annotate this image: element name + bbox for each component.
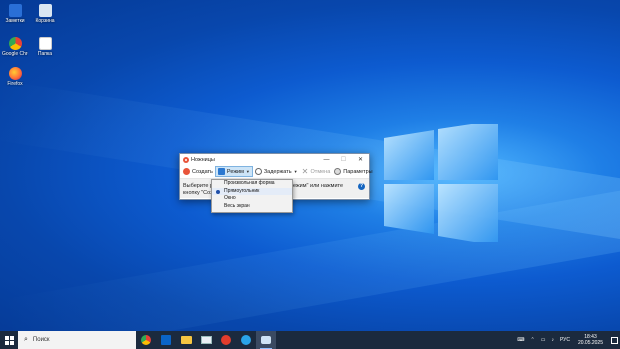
chevron-up-icon[interactable]: ⌃ xyxy=(531,337,535,343)
desktop-icon[interactable]: Корзина xyxy=(32,4,58,24)
minimize-button[interactable]: — xyxy=(318,157,335,163)
clock-icon xyxy=(254,168,262,175)
menu-item-window[interactable]: Окно xyxy=(212,195,292,203)
file-icon xyxy=(38,37,52,50)
desktop-icon-label: Google Chrome xyxy=(2,51,28,57)
language-indicator[interactable]: РУС xyxy=(560,337,570,343)
cancel-button[interactable]: ✕ Отмена xyxy=(300,166,333,177)
taskbar-app-yandex[interactable] xyxy=(216,331,236,349)
menu-item-full-screen[interactable]: Весь экран xyxy=(212,203,292,211)
title-bar[interactable]: Ножницы — ☐ ✕ xyxy=(180,154,369,165)
taskbar-app-snipping-tool[interactable] xyxy=(256,331,276,349)
cancel-label: Отмена xyxy=(310,168,331,175)
mode-dropdown-menu: Произвольная форма Прямоугольник Окно Ве… xyxy=(211,179,293,213)
folder-icon xyxy=(180,336,192,344)
chevron-down-icon: ▼ xyxy=(245,169,250,174)
taskbar-app-file-explorer[interactable] xyxy=(176,331,196,349)
search-placeholder: Поиск xyxy=(32,337,50,343)
scissors-icon xyxy=(261,336,271,344)
taskbar: ⌕ Поиск ⌨ ⌃ ▭ ♪ РУС 18:43 20.05.2025 xyxy=(0,331,620,349)
desktop-icon-label: Заметки xyxy=(5,18,25,24)
messenger-icon xyxy=(241,335,251,345)
keyboard-icon[interactable]: ⌨ xyxy=(517,337,524,343)
gear-icon xyxy=(334,168,342,175)
firefox-icon xyxy=(8,67,22,80)
clock[interactable]: 18:43 20.05.2025 xyxy=(578,334,603,346)
desktop-icon[interactable]: Папка xyxy=(32,37,58,57)
outlook-icon xyxy=(161,335,171,345)
system-tray: ⌨ ⌃ ▭ ♪ РУС 18:43 20.05.2025 xyxy=(514,331,620,349)
delay-button[interactable]: Задержать ▼ xyxy=(253,166,300,177)
mail-icon xyxy=(200,336,212,344)
desktop-icon[interactable]: Google Chrome xyxy=(2,37,28,57)
taskbar-app-chrome[interactable] xyxy=(136,331,156,349)
taskbar-app-outlook[interactable] xyxy=(156,331,176,349)
desktop-icon-label: Корзина xyxy=(35,18,55,24)
taskbar-app-mail[interactable] xyxy=(196,331,216,349)
desktop-icon-label: Firefox xyxy=(7,81,23,87)
rectangle-mode-icon xyxy=(217,168,225,175)
radio-selected-icon xyxy=(216,189,220,194)
chevron-down-icon: ▼ xyxy=(293,169,298,174)
options-label: Параметры xyxy=(343,168,373,175)
windows-start-icon xyxy=(4,335,14,345)
menu-item-label: Прямоугольник xyxy=(224,187,260,194)
windows-logo xyxy=(384,124,498,242)
window-title: Ножницы xyxy=(191,156,215,163)
maximize-button[interactable]: ☐ xyxy=(335,156,352,163)
options-button[interactable]: Параметры xyxy=(332,166,374,177)
taskbar-app-messenger[interactable] xyxy=(236,331,256,349)
menu-item-label: Окно xyxy=(224,195,236,201)
yandex-icon xyxy=(221,335,231,345)
menu-item-label: Весь экран xyxy=(224,202,250,209)
chrome-icon xyxy=(141,335,151,345)
desktop-icon[interactable]: Заметки xyxy=(2,4,28,24)
notification-icon xyxy=(610,336,618,344)
scissors-icon xyxy=(183,168,190,175)
scissors-app-icon xyxy=(183,156,189,163)
toolbar: Создать Режим ▼ Задержать ▼ ✕ Отмена Пар… xyxy=(180,165,373,179)
volume-icon[interactable]: ♪ xyxy=(551,337,554,343)
delay-label: Задержать xyxy=(263,168,292,175)
mode-button[interactable]: Режим ▼ xyxy=(214,166,253,177)
close-button[interactable]: ✕ xyxy=(352,156,369,163)
menu-item-label: Произвольная форма xyxy=(224,180,275,186)
start-button[interactable] xyxy=(0,331,18,349)
menu-item-free-form[interactable]: Произвольная форма xyxy=(212,180,292,188)
search-icon: ⌕ xyxy=(24,336,28,343)
menu-item-rectangle[interactable]: Прямоугольник xyxy=(212,187,292,195)
create-button[interactable]: Создать xyxy=(181,166,215,177)
notification-button[interactable] xyxy=(608,331,620,349)
notes-icon xyxy=(8,4,22,17)
create-label: Создать xyxy=(192,168,213,175)
desktop-icon-label: Папка xyxy=(37,51,53,57)
recycle-bin-icon xyxy=(38,4,52,17)
help-icon[interactable]: ? xyxy=(358,183,365,190)
chrome-icon xyxy=(8,37,22,50)
taskbar-search-box[interactable]: ⌕ Поиск xyxy=(18,331,136,349)
network-icon[interactable]: ▭ xyxy=(541,337,546,343)
mode-label: Режим xyxy=(226,168,244,175)
clock-date: 20.05.2025 xyxy=(577,340,603,346)
info-text-line1-right: ежим" или нажмите xyxy=(293,183,344,189)
cancel-x-icon: ✕ xyxy=(301,167,309,176)
desktop-icon[interactable]: Firefox xyxy=(2,67,28,87)
